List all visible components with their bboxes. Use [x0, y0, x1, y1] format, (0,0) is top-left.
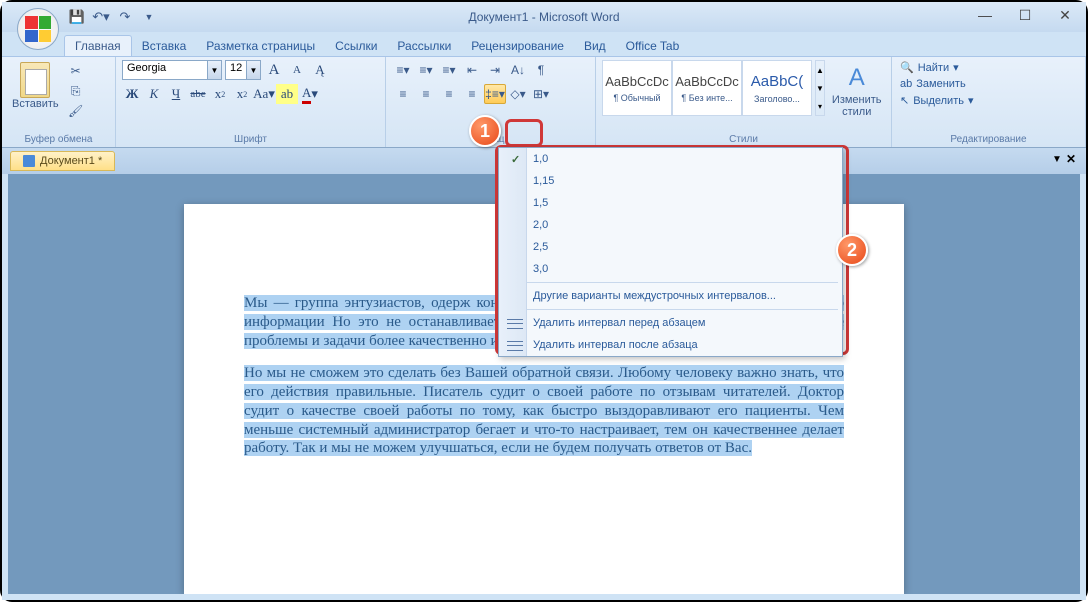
borders-button[interactable]: ⊞▾: [530, 84, 552, 104]
grow-font-icon[interactable]: A: [264, 60, 284, 80]
style-heading1[interactable]: AaBbC(Заголово...: [742, 60, 812, 116]
qat-save-icon[interactable]: 💾: [66, 6, 88, 28]
spacing-other[interactable]: Другие варианты междустрочных интервалов…: [499, 285, 842, 307]
document-tab[interactable]: Документ1 *: [10, 151, 115, 171]
style-normal[interactable]: AaBbCcDc¶ Обычный: [602, 60, 672, 116]
spacing-15[interactable]: 1,5: [499, 192, 842, 214]
superscript-button[interactable]: x2: [232, 84, 252, 104]
doctab-dropdown-icon[interactable]: ▼: [1052, 154, 1062, 165]
highlight-button[interactable]: ab: [276, 84, 298, 104]
doctab-close-icon[interactable]: ✕: [1066, 152, 1076, 166]
strike-button[interactable]: abe: [188, 84, 208, 104]
window-title: Документ1 - Microsoft Word: [468, 10, 619, 24]
bullets-button[interactable]: ≡▾: [392, 60, 414, 80]
numbering-button[interactable]: ≡▾: [415, 60, 437, 80]
bold-button[interactable]: Ж: [122, 84, 142, 104]
copy-icon[interactable]: ⎘: [66, 82, 86, 100]
group-font-label: Шрифт: [122, 132, 379, 145]
underline-button[interactable]: Ч: [166, 84, 186, 104]
qat-redo-icon[interactable]: ↷: [114, 6, 136, 28]
spacing-10[interactable]: 1,0: [499, 148, 842, 170]
sort-button[interactable]: A↓: [507, 60, 529, 80]
find-button[interactable]: 🔍Найти▾: [898, 60, 1079, 75]
callout-badge-2: 2: [836, 234, 868, 266]
line-spacing-button[interactable]: ‡≡▾: [484, 84, 506, 104]
paragraph-2[interactable]: Но мы не сможем это сделать без Вашей об…: [244, 364, 844, 458]
font-name-combo[interactable]: Georgia▼: [122, 60, 222, 80]
change-case-button[interactable]: Aa▾: [254, 84, 274, 104]
group-styles-label: Стили: [602, 132, 885, 145]
tab-layout[interactable]: Разметка страницы: [196, 36, 325, 56]
paste-icon: [20, 62, 50, 98]
italic-button[interactable]: К: [144, 84, 164, 104]
show-marks-button[interactable]: ¶: [530, 60, 552, 80]
clear-format-icon[interactable]: Ą: [310, 60, 330, 80]
select-icon: ↖: [900, 94, 909, 107]
group-editing-label: Редактирование: [898, 132, 1079, 145]
style-nospacing[interactable]: AaBbCcDc¶ Без инте...: [672, 60, 742, 116]
paste-button[interactable]: Вставить: [8, 60, 63, 112]
spacing-25[interactable]: 2,5: [499, 236, 842, 258]
justify-button[interactable]: ≡: [461, 84, 483, 104]
maximize-button[interactable]: ☐: [1012, 6, 1038, 24]
callout-badge-1: 1: [469, 115, 501, 147]
select-button[interactable]: ↖Выделить▾: [898, 93, 1079, 108]
cut-icon[interactable]: ✂: [66, 62, 86, 80]
spacing-115[interactable]: 1,15: [499, 170, 842, 192]
replace-icon: ab: [900, 78, 912, 90]
word-doc-icon: [23, 155, 35, 167]
change-styles-button[interactable]: A Изменить стили: [828, 60, 886, 120]
styles-down-icon[interactable]: ▼: [816, 79, 824, 97]
tab-mail[interactable]: Рассылки: [387, 36, 461, 56]
line-spacing-dropdown: 1,0 1,15 1,5 2,0 2,5 3,0 Другие варианты…: [498, 147, 843, 357]
remove-space-before[interactable]: Удалить интервал перед абзацем: [499, 312, 842, 334]
tab-review[interactable]: Рецензирование: [461, 36, 574, 56]
shrink-font-icon[interactable]: A: [287, 60, 307, 80]
spacing-20[interactable]: 2,0: [499, 214, 842, 236]
remove-space-after[interactable]: Удалить интервал после абзаца: [499, 334, 842, 356]
close-button[interactable]: ✕: [1052, 6, 1078, 24]
tab-home[interactable]: Главная: [64, 35, 132, 56]
styles-up-icon[interactable]: ▲: [816, 61, 824, 79]
qat-customize-icon[interactable]: ▼: [138, 6, 160, 28]
spacing-30[interactable]: 3,0: [499, 258, 842, 280]
tab-officetab[interactable]: Office Tab: [616, 36, 690, 56]
change-styles-icon: A: [841, 62, 873, 94]
tab-insert[interactable]: Вставка: [132, 36, 197, 56]
format-painter-icon[interactable]: 🖌: [66, 102, 86, 120]
font-color-button[interactable]: A▾: [300, 84, 320, 104]
shading-button[interactable]: ◇▾: [507, 84, 529, 104]
font-size-combo[interactable]: 12▼: [225, 60, 261, 80]
align-center-button[interactable]: ≡: [415, 84, 437, 104]
align-right-button[interactable]: ≡: [438, 84, 460, 104]
indent-dec-button[interactable]: ⇤: [461, 60, 483, 80]
office-button[interactable]: [17, 8, 59, 50]
minimize-button[interactable]: —: [972, 6, 998, 24]
styles-more-icon[interactable]: ▾: [816, 97, 824, 115]
indent-inc-button[interactable]: ⇥: [484, 60, 506, 80]
multilevel-button[interactable]: ≡▾: [438, 60, 460, 80]
tab-view[interactable]: Вид: [574, 36, 616, 56]
tab-refs[interactable]: Ссылки: [325, 36, 387, 56]
subscript-button[interactable]: x2: [210, 84, 230, 104]
align-left-button[interactable]: ≡: [392, 84, 414, 104]
replace-button[interactable]: abЗаменить: [898, 77, 1079, 91]
qat-undo-icon[interactable]: ↶▾: [90, 6, 112, 28]
group-clipboard-label: Буфер обмена: [8, 132, 109, 145]
find-icon: 🔍: [900, 61, 914, 74]
